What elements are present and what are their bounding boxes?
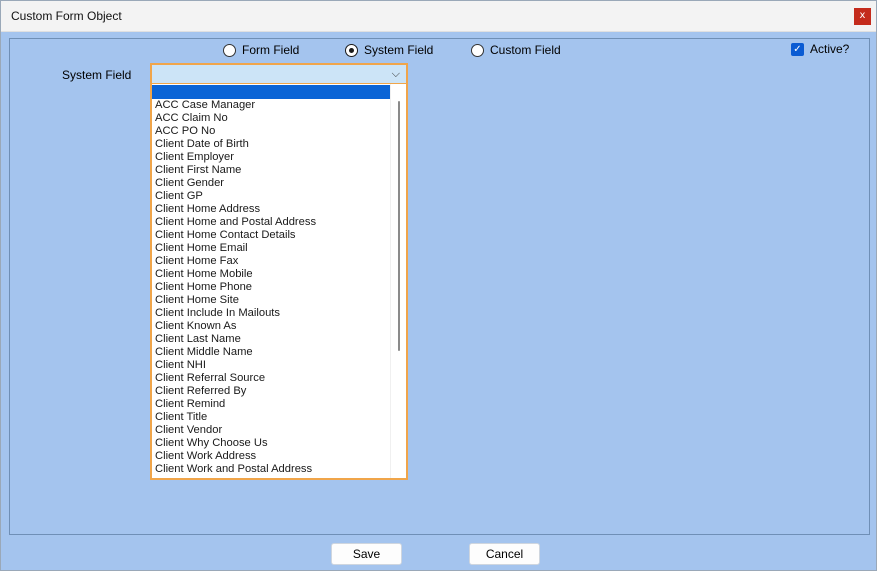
dropdown-scrollbar[interactable]: [390, 84, 406, 478]
scrollbar-thumb[interactable]: [398, 101, 400, 351]
dropdown-option[interactable]: ACC Case Manager: [155, 99, 391, 112]
radio-custom-field[interactable]: Custom Field: [471, 43, 561, 57]
dropdown-option[interactable]: Client Employer: [155, 151, 391, 164]
dropdown-option[interactable]: Client Known As: [155, 320, 391, 333]
dropdown-option[interactable]: Client Work and Postal Address: [155, 463, 391, 476]
dropdown-option[interactable]: Client Home Phone: [155, 281, 391, 294]
dropdown-option[interactable]: Client Gender: [155, 177, 391, 190]
radio-checked-icon: [345, 43, 358, 57]
dropdown-option[interactable]: Client First Name: [155, 164, 391, 177]
active-label: Active?: [810, 42, 850, 56]
close-button[interactable]: x: [854, 8, 871, 25]
system-field-label: System Field: [62, 68, 132, 82]
save-button[interactable]: Save: [331, 543, 402, 565]
dropdown-option[interactable]: Client Referral Source: [155, 372, 391, 385]
radio-system-field-label: System Field: [364, 43, 434, 57]
dropdown-option[interactable]: Client Vendor: [155, 424, 391, 437]
dropdown-option[interactable]: Client Work Address: [155, 450, 391, 463]
radio-form-field-label: Form Field: [242, 43, 300, 57]
title-bar: Custom Form Object x: [0, 0, 877, 32]
radio-unchecked-icon: [471, 43, 484, 57]
dropdown-option[interactable]: Client Home Site: [155, 294, 391, 307]
window-title: Custom Form Object: [11, 9, 122, 23]
dropdown-option[interactable]: Client Home Contact Details: [155, 229, 391, 242]
dropdown-option[interactable]: Client Include In Mailouts: [155, 307, 391, 320]
dropdown-option[interactable]: Client Home Mobile: [155, 268, 391, 281]
cancel-button[interactable]: Cancel: [469, 543, 540, 565]
dropdown-option[interactable]: Client Home Email: [155, 242, 391, 255]
dropdown-option[interactable]: Client NHI: [155, 359, 391, 372]
dropdown-option[interactable]: Client Referred By: [155, 385, 391, 398]
system-field-combobox[interactable]: ⌵: [150, 63, 408, 85]
dropdown-option[interactable]: ACC Claim No: [155, 112, 391, 125]
dropdown-option[interactable]: Client Date of Birth: [155, 138, 391, 151]
dropdown-option[interactable]: Client Last Name: [155, 333, 391, 346]
option-list: ACC Case Manager ACC Claim No ACC PO No Cli…: [155, 99, 391, 476]
dropdown-option[interactable]: Client Why Choose Us: [155, 437, 391, 450]
radio-system-field[interactable]: System Field: [345, 43, 433, 57]
system-field-dropdown-list: ACC Case Manager ACC Claim No ACC PO No Cli…: [150, 84, 408, 480]
dropdown-option[interactable]: Client Title: [155, 411, 391, 424]
active-checkbox[interactable]: ✓ Active?: [791, 42, 849, 56]
radio-form-field[interactable]: Form Field: [223, 43, 299, 57]
dropdown-option[interactable]: Client Home Fax: [155, 255, 391, 268]
dropdown-option[interactable]: Client Home Address: [155, 203, 391, 216]
selected-empty-option[interactable]: [152, 85, 390, 99]
radio-custom-field-label: Custom Field: [490, 43, 561, 57]
chevron-down-icon[interactable]: ⌵: [392, 67, 400, 81]
dropdown-option[interactable]: Client Middle Name: [155, 346, 391, 359]
dropdown-option[interactable]: Client GP: [155, 190, 391, 203]
radio-unchecked-icon: [223, 43, 236, 57]
dropdown-option[interactable]: ACC PO No: [155, 125, 391, 138]
checkmark-icon: ✓: [791, 42, 804, 56]
dropdown-option[interactable]: Client Home and Postal Address: [155, 216, 391, 229]
form-panel: [9, 38, 870, 535]
dropdown-option[interactable]: Client Remind: [155, 398, 391, 411]
